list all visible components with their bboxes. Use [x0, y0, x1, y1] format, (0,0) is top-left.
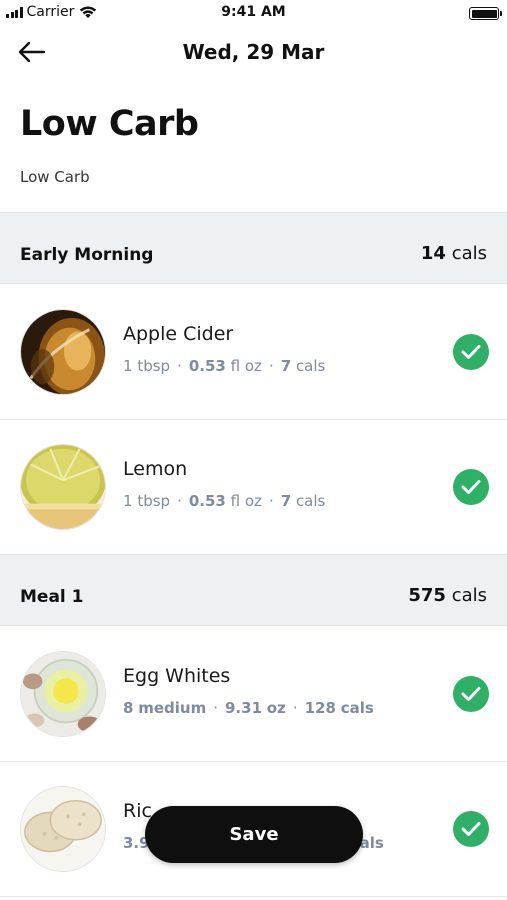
section-cals: 14 cals: [421, 243, 487, 264]
section-cals: 575 cals: [408, 585, 487, 606]
food-image-rice: [20, 786, 106, 872]
food-image-apple-cider: [20, 309, 106, 395]
food-image-lemon: [20, 444, 106, 530]
section-name: Meal 1: [20, 587, 84, 607]
food-amount-unit: medium: [138, 699, 207, 717]
egg-whites-image: [21, 652, 105, 736]
food-meta: 1 tbsp · 0.53 fl oz · 7 cals: [123, 492, 326, 510]
check-icon[interactable]: [453, 676, 489, 712]
section-cals-unit: cals: [451, 585, 487, 606]
food-weight-unit: fl oz: [230, 357, 262, 375]
food-row-lemon[interactable]: Lemon 1 tbsp · 0.53 fl oz · 7 cals: [0, 420, 507, 555]
check-icon[interactable]: [453, 334, 489, 370]
lemon-image: [21, 445, 105, 529]
battery-icon: [469, 7, 502, 20]
section-cals-value: 575: [408, 585, 446, 606]
status-time: 9:41 AM: [221, 4, 286, 20]
food-amount: 8: [123, 699, 134, 717]
apple-cider-image: [21, 310, 105, 394]
food-weight: 9.31: [225, 699, 263, 717]
food-cals-unit: cals: [295, 492, 326, 510]
food-row-egg-whites[interactable]: Egg Whites 8 medium · 9.31 oz · 128 cals: [0, 627, 507, 762]
food-meta: 8 medium · 9.31 oz · 128 cals: [123, 699, 374, 717]
food-row-apple-cider[interactable]: Apple Cider 1 tbsp · 0.53 fl oz · 7 cals: [0, 285, 507, 420]
food-amount-unit: tbsp: [137, 357, 171, 375]
food-weight: 0.53: [188, 357, 226, 375]
food-cals-unit: cals: [295, 357, 326, 375]
food-cals: 128: [304, 699, 336, 717]
food-name: Apple Cider: [123, 323, 234, 345]
page-title: Low Carb: [20, 104, 199, 144]
section-name: Early Morning: [20, 245, 154, 265]
food-amount: 1: [123, 357, 133, 375]
section-header-meal-1: Meal 1 575 cals: [0, 554, 507, 626]
section-cals-unit: cals: [451, 243, 487, 264]
check-icon[interactable]: [453, 811, 489, 847]
section-cals-value: 14: [420, 243, 446, 264]
page-subtitle: Low Carb: [20, 168, 90, 186]
status-bar: Carrier 9:41 AM: [0, 0, 507, 26]
check-icon[interactable]: [453, 469, 489, 505]
food-name: Lemon: [123, 458, 188, 480]
food-name: Ric: [123, 800, 152, 822]
save-button[interactable]: Save: [145, 806, 363, 863]
food-weight-unit: oz: [266, 699, 286, 717]
food-amount: 1: [123, 492, 133, 510]
food-name: Egg Whites: [123, 665, 231, 687]
food-cals: 7: [280, 357, 292, 375]
food-amount-unit: tbsp: [137, 492, 171, 510]
food-cals: 7: [280, 492, 292, 510]
section-header-early-morning: Early Morning 14 cals: [0, 212, 507, 284]
food-cals-unit: cals: [340, 699, 374, 717]
food-image-egg-whites: [20, 651, 106, 737]
food-meta: 1 tbsp · 0.53 fl oz · 7 cals: [123, 357, 326, 375]
food-weight-unit: fl oz: [230, 492, 262, 510]
food-cals-unit: als: [359, 834, 384, 852]
food-weight: 0.53: [188, 492, 226, 510]
nav-title: Wed, 29 Mar: [182, 40, 325, 64]
nav-bar: Wed, 29 Mar: [0, 30, 507, 74]
rice-cake-image: [21, 787, 105, 871]
